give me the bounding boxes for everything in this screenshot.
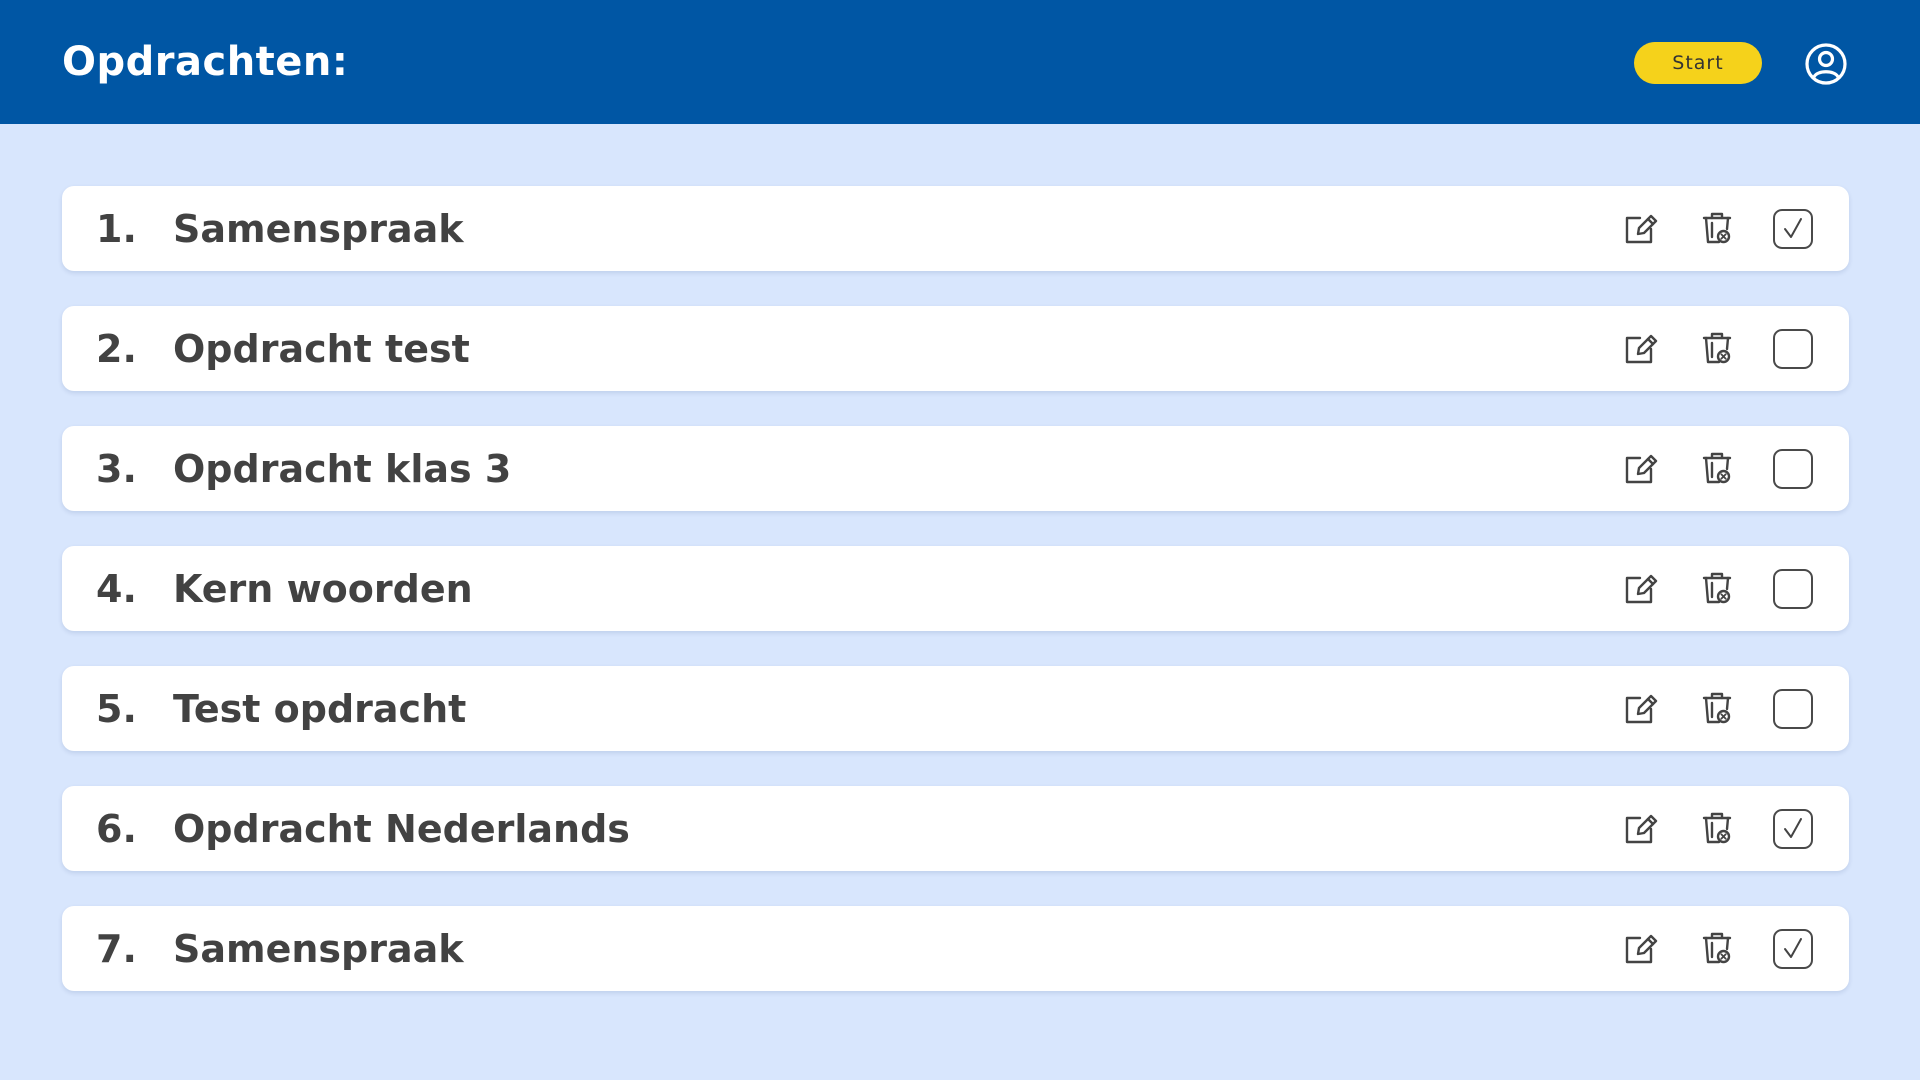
checkmark-icon (1784, 218, 1802, 238)
assignment-number: 6. (96, 807, 137, 851)
trash-icon (1702, 932, 1732, 964)
assignment-number: 5. (96, 687, 137, 731)
edit-button[interactable] (1620, 567, 1662, 609)
completed-checkbox[interactable] (1773, 209, 1813, 249)
edit-button[interactable] (1620, 447, 1662, 489)
completed-checkbox[interactable] (1773, 929, 1813, 969)
delete-button[interactable] (1696, 687, 1738, 729)
trash-icon (1702, 572, 1732, 604)
completed-checkbox[interactable] (1773, 449, 1813, 489)
assignment-row: 1. Samenspraak (62, 186, 1849, 271)
profile-button[interactable] (1804, 42, 1848, 86)
edit-icon (1625, 214, 1658, 244)
delete-button[interactable] (1696, 927, 1738, 969)
assignment-number: 7. (96, 927, 137, 971)
trash-icon (1702, 452, 1732, 484)
edit-button[interactable] (1620, 687, 1662, 729)
assignment-row: 3. Opdracht klas 3 (62, 426, 1849, 511)
completed-checkbox[interactable] (1773, 569, 1813, 609)
assignment-row: 4. Kern woorden (62, 546, 1849, 631)
assignment-number: 2. (96, 327, 137, 371)
trash-icon (1702, 812, 1732, 844)
delete-button[interactable] (1696, 807, 1738, 849)
assignment-title: Opdracht test (173, 327, 470, 371)
delete-button[interactable] (1696, 567, 1738, 609)
assignment-title: Test opdracht (173, 687, 467, 731)
user-circle-icon (1805, 43, 1847, 85)
edit-button[interactable] (1620, 327, 1662, 369)
assignment-title: Opdracht klas 3 (173, 447, 512, 491)
trash-icon (1702, 692, 1732, 724)
delete-button[interactable] (1696, 327, 1738, 369)
assignment-title: Samenspraak (173, 207, 464, 251)
assignment-list: 1. Samenspraak 2. Opdracht test 3. Opdra… (62, 186, 1849, 1026)
completed-checkbox[interactable] (1773, 689, 1813, 729)
assignment-row: 7. Samenspraak (62, 906, 1849, 991)
edit-icon (1625, 334, 1658, 364)
delete-button[interactable] (1696, 447, 1738, 489)
completed-checkbox[interactable] (1773, 329, 1813, 369)
assignment-title: Opdracht Nederlands (173, 807, 630, 851)
page-title: Opdrachten: (62, 39, 349, 85)
edit-icon (1625, 574, 1658, 604)
completed-checkbox[interactable] (1773, 809, 1813, 849)
assignment-row: 2. Opdracht test (62, 306, 1849, 391)
assignment-number: 4. (96, 567, 137, 611)
edit-icon (1625, 694, 1658, 724)
delete-button[interactable] (1696, 207, 1738, 249)
trash-icon (1702, 332, 1732, 364)
edit-icon (1625, 934, 1658, 964)
edit-button[interactable] (1620, 207, 1662, 249)
assignment-number: 1. (96, 207, 137, 251)
assignment-title: Samenspraak (173, 927, 464, 971)
assignment-row: 6. Opdracht Nederlands (62, 786, 1849, 871)
edit-button[interactable] (1620, 807, 1662, 849)
trash-icon (1702, 212, 1732, 244)
edit-icon (1625, 814, 1658, 844)
start-button[interactable]: Start (1634, 42, 1762, 84)
edit-button[interactable] (1620, 927, 1662, 969)
edit-icon (1625, 454, 1658, 484)
top-bar: Opdrachten: Start (0, 0, 1920, 124)
checkmark-icon (1784, 818, 1802, 838)
assignment-number: 3. (96, 447, 137, 491)
assignment-title: Kern woorden (173, 567, 473, 611)
checkmark-icon (1784, 938, 1802, 958)
assignment-row: 5. Test opdracht (62, 666, 1849, 751)
